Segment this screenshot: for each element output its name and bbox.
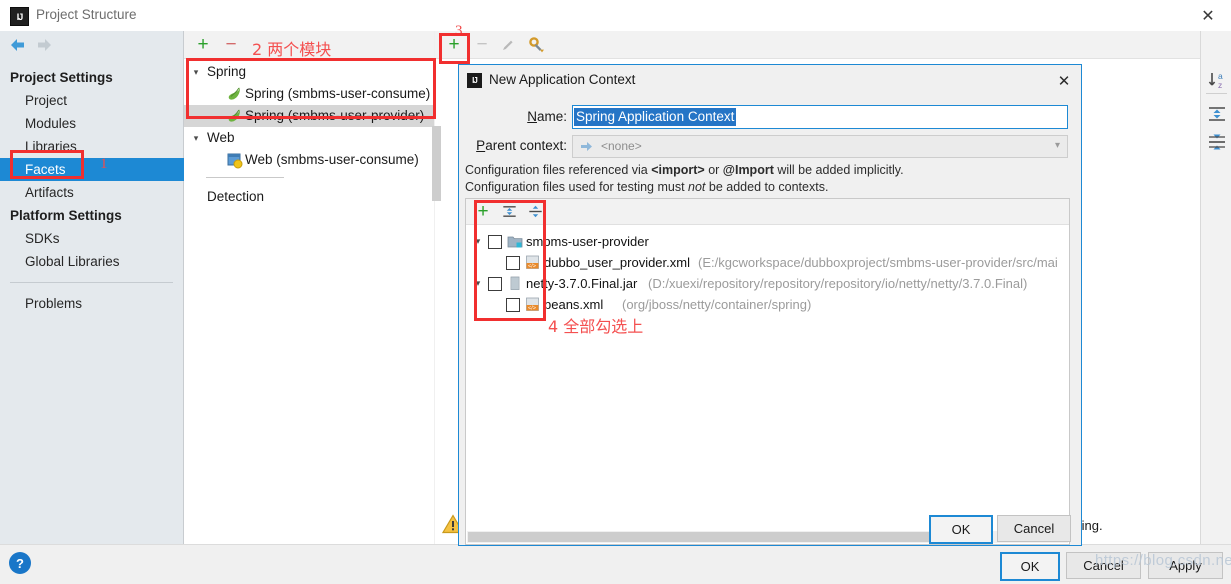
name-input[interactable]: Spring Application Context [572,105,1068,129]
sidebar-divider [10,282,173,283]
remove-context-button: − [476,34,488,55]
tree-group-web[interactable]: ▾ Web [184,127,434,149]
close-icon[interactable]: ✕ [1185,0,1231,31]
sidebar-item-problems[interactable]: Problems [0,292,208,315]
list-item[interactable]: </> beans.xml (org/jboss/netty/container… [466,294,1069,315]
pencil-icon [497,34,519,55]
scrollbar-thumb[interactable] [468,532,992,542]
sort-alphabetically-icon[interactable]: a z [1204,67,1229,92]
sidebar-nav-arrows [0,31,183,58]
annotation-box-add-button [439,33,470,64]
help-button[interactable]: ? [9,552,31,574]
annotation-box-facets [10,150,84,179]
footer-cancel-button[interactable]: Cancel [1066,552,1141,579]
list-item-path: (D:/xuexi/repository/repository/reposito… [648,276,1028,291]
chevron-down-icon[interactable]: ▾ [190,127,202,149]
new-application-context-dialog: IJ New Application Context ✕ Name: Sprin… [458,64,1082,546]
import-note-line-2: Configuration files used for testing mus… [465,180,829,194]
annotation-label-1: 1 [100,156,108,172]
tree-item-label: Web (smbms-user-consume) [245,152,419,167]
window-title-bar: IJ Project Structure ✕ [0,0,1231,31]
wrench-icon[interactable] [525,34,547,55]
parent-context-select[interactable]: <none> ▾ [572,135,1068,158]
parent-context-value: <none> [601,139,642,153]
dialog-cancel-button[interactable]: Cancel [997,515,1071,542]
configuration-files-listbox: + ▾ smbms-user-provider </> dubbo_user_p… [465,198,1070,545]
detail-toolbar: + − [435,31,1200,59]
add-facet-button[interactable]: + [192,34,214,55]
right-tool-strip: a z [1200,31,1231,544]
forward-arrow-icon [34,36,54,54]
svg-text:z: z [1218,80,1222,90]
settings-sidebar: Project Settings Project Modules Librari… [0,31,208,544]
annotation-box-modules [186,58,436,119]
listbox-toolbar: + [466,199,1069,225]
collapse-all-icon[interactable] [1204,129,1229,154]
list-item[interactable]: ▾ smbms-user-provider [466,231,1069,252]
intellij-idea-icon: IJ [467,73,482,88]
annotation-label-2: 2 两个模块 [252,40,332,59]
tree-item-detection[interactable]: Detection [184,186,434,208]
sidebar-item-global-libraries[interactable]: Global Libraries [0,250,208,273]
detail-vertical-scrollbar[interactable] [432,126,441,201]
sidebar-item-sdks[interactable]: SDKs [0,227,208,250]
tree-group-label: Web [207,130,235,145]
name-input-value: Spring Application Context [574,108,737,126]
sidebar-group-project-settings: Project Settings [10,70,113,85]
list-item-name: beans.xml [544,297,604,312]
window-title: Project Structure [36,7,137,22]
import-note-line-1: Configuration files referenced via <impo… [465,163,904,177]
expand-all-icon[interactable] [1204,101,1229,126]
name-label: Name: [527,109,567,124]
back-arrow-icon[interactable] [8,36,28,54]
list-item[interactable]: </> dubbo_user_provider.xml (E:/kgcworks… [466,252,1069,273]
facets-divider [206,177,284,178]
tree-item-label: Detection [207,189,265,204]
sidebar-item-modules[interactable]: Modules [0,112,208,135]
parent-context-label: Parent context: [476,138,567,153]
web-facet-icon [226,149,243,171]
close-icon[interactable]: ✕ [1051,68,1077,93]
list-item-name: dubbo_user_provider.xml [544,255,690,270]
list-item[interactable]: ▾ netty-3.7.0.Final.jar (D:/xuexi/reposi… [466,273,1069,294]
list-item-path: (org/jboss/netty/container/spring) [622,297,812,312]
intellij-idea-icon: IJ [10,7,29,26]
tool-strip-divider [1206,93,1227,94]
tree-item-web-consume[interactable]: Web (smbms-user-consume) [184,149,434,171]
sidebar-item-project[interactable]: Project [0,89,208,112]
sidebar-item-artifacts[interactable]: Artifacts [0,181,208,204]
remove-facet-button[interactable]: − [220,34,242,55]
footer-apply-button[interactable]: Apply [1148,552,1223,579]
annotation-box-checkboxes [474,200,546,321]
chevron-down-icon[interactable]: ▾ [1055,140,1060,151]
footer-ok-button[interactable]: OK [1000,552,1060,581]
dialog-title-bar: IJ New Application Context ✕ [459,65,1081,96]
sidebar-group-platform-settings: Platform Settings [10,208,122,223]
arrow-right-icon [579,140,593,156]
annotation-label-4: 4 全部勾选上 [548,317,644,336]
list-item-path: (E:/kgcworkspace/dubboxproject/smbms-use… [698,255,1058,270]
dialog-ok-button[interactable]: OK [929,515,993,544]
window-footer: ? OK Cancel Apply [0,544,1231,584]
dialog-title: New Application Context [489,72,636,87]
project-structure-window: IJ Project Structure ✕ Project Settings … [0,0,1231,584]
